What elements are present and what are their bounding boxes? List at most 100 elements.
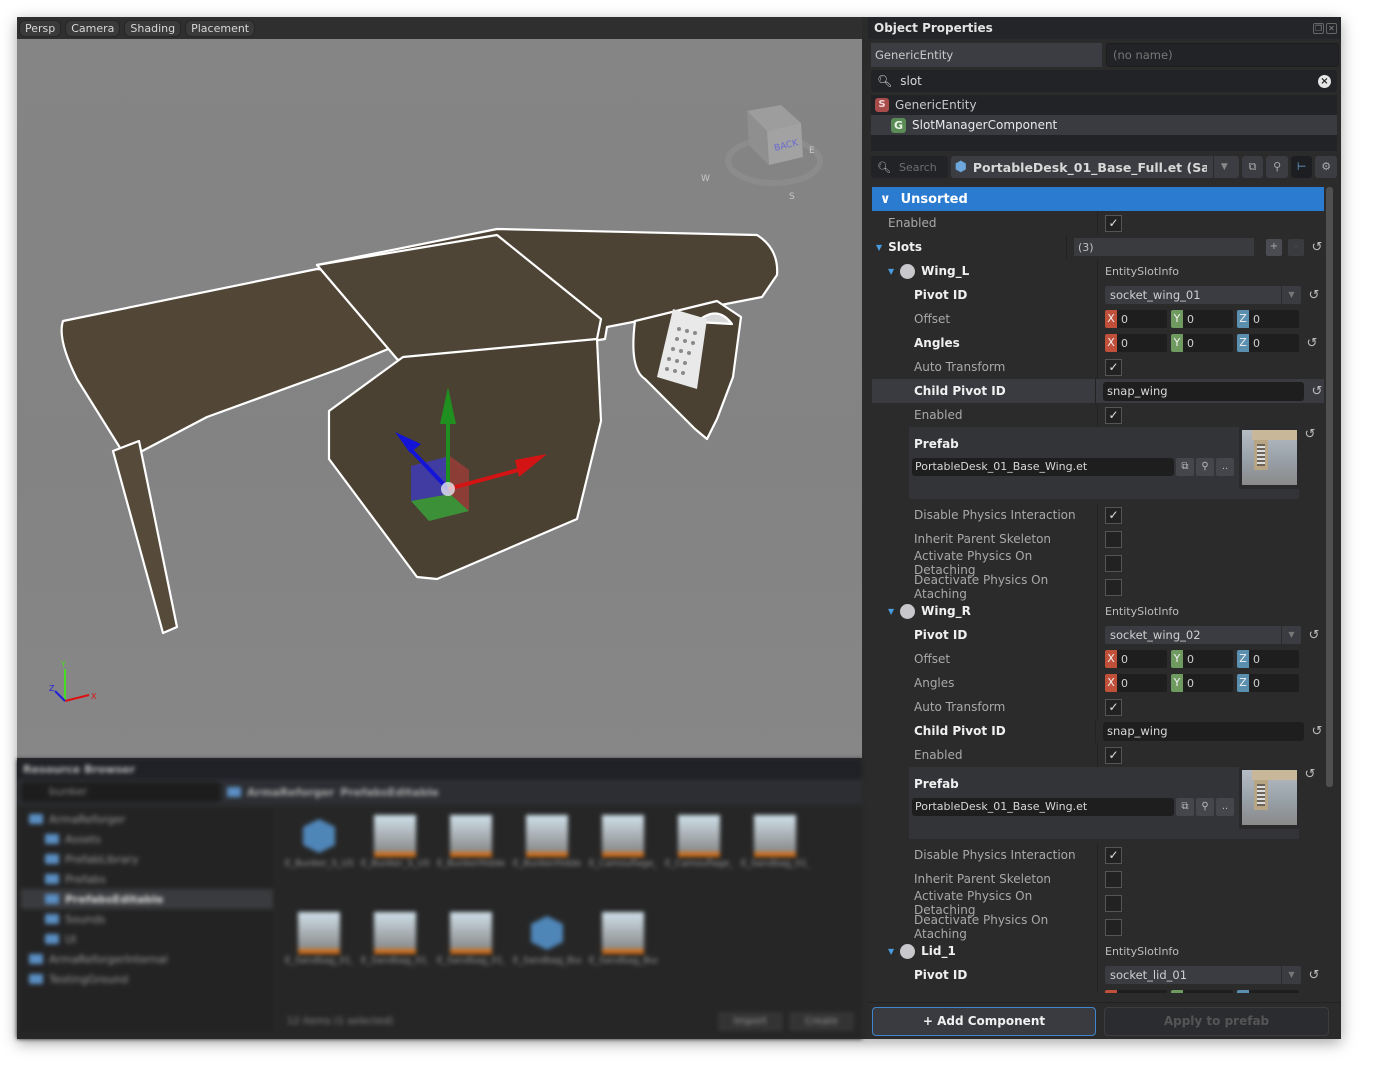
view-cube[interactable]: BACK E S W — [701, 105, 823, 202]
offset-x-field[interactable]: X0 — [1105, 990, 1167, 993]
reset-icon[interactable]: ↺ — [1310, 724, 1324, 739]
viewport[interactable]: Persp Camera Shading Placement BACK E S … — [17, 17, 862, 758]
reset-icon[interactable]: ↺ — [1303, 427, 1317, 442]
undock-icon[interactable]: ❐ — [1313, 22, 1324, 34]
tree-item[interactable]: ArmaReforgerInternal — [21, 949, 273, 969]
deactivate-physics-on-ataching-checkbox[interactable] — [1105, 578, 1122, 596]
open-prefab-button[interactable]: ⧉ — [1176, 798, 1194, 816]
auto-transform-checkbox[interactable]: ✓ — [1105, 698, 1122, 716]
activate-physics-on-detaching-checkbox[interactable] — [1105, 554, 1122, 572]
pivot-id-dropdown[interactable]: socket_wing_01 ▼ — [1105, 286, 1301, 304]
tree-item[interactable]: ArmaReforger — [21, 809, 273, 829]
add-component-button[interactable]: + Add Component — [872, 1007, 1096, 1036]
offset-z-field[interactable]: Z0 — [1237, 310, 1299, 328]
child-pivot-id-input[interactable]: snap_wing — [1103, 721, 1304, 741]
property-search-input[interactable]: 🔍︎ Search — [871, 156, 948, 178]
hierarchy-view-button[interactable]: ⊢ — [1290, 156, 1313, 178]
asset-item[interactable]: E_Sandbag_Bunker_Closed_USSR — [587, 912, 659, 1004]
asset-item[interactable]: E_Sandbag_01_bunker_plastic_cam — [435, 912, 507, 1004]
angles-x-field[interactable]: X0 — [1105, 674, 1167, 692]
scrollbar[interactable] — [1326, 187, 1333, 787]
create-button[interactable]: Create — [789, 1012, 853, 1030]
prefab-selector[interactable]: ⬢ PortableDesk_01_Base_Full.et (San ▼ — [950, 156, 1239, 178]
angles-z-field[interactable]: Z0 — [1237, 334, 1299, 352]
slots-toggle[interactable]: ▼ Slots — [872, 235, 1067, 259]
clear-search-icon[interactable]: × — [1318, 74, 1331, 88]
breadcrumb-root[interactable]: ArmaReforger — [247, 786, 334, 799]
prefab-path-input[interactable]: PortableDesk_01_Base_Wing.et — [912, 798, 1174, 816]
browse-prefab-button[interactable]: .. — [1216, 458, 1234, 476]
settings-button[interactable]: ⚙ — [1315, 156, 1337, 178]
breadcrumb-folder[interactable]: PrefabsEditable — [340, 786, 439, 799]
slot-toggle[interactable]: ▼ Lid_1 — [872, 939, 1098, 963]
component-item-generic-entity[interactable]: S GenericEntity — [871, 95, 1337, 115]
asset-item[interactable]: E_Bunker_S_US_01.et — [283, 815, 355, 907]
add-slot-button[interactable]: + — [1266, 238, 1282, 256]
offset-z-field[interactable]: Z0 — [1237, 990, 1299, 993]
offset-x-field[interactable]: X0 — [1105, 650, 1167, 668]
pivot-id-dropdown[interactable]: socket_wing_02 ▼ — [1105, 626, 1301, 644]
reset-icon[interactable]: ↺ — [1310, 384, 1324, 399]
disable-physics-interaction-checkbox[interactable]: ✓ — [1105, 846, 1122, 864]
apply-to-prefab-button[interactable]: Apply to prefab — [1104, 1007, 1329, 1036]
inherit-parent-skeleton-checkbox[interactable] — [1105, 530, 1122, 548]
asset-item[interactable]: E_Bunker_S_USSR_01.et — [359, 815, 431, 907]
child-pivot-id-input[interactable]: snap_wing — [1103, 381, 1304, 401]
offset-z-field[interactable]: Z0 — [1237, 650, 1299, 668]
angles-z-field[interactable]: Z0 — [1237, 674, 1299, 692]
tree-item[interactable]: TestingGround — [21, 969, 273, 989]
open-prefab-button[interactable]: ⧉ — [1176, 458, 1194, 476]
find-prefab-button[interactable]: ⚲ — [1196, 798, 1214, 816]
disable-physics-interaction-checkbox[interactable]: ✓ — [1105, 506, 1122, 524]
entity-name-input[interactable]: (no name) — [1106, 43, 1339, 67]
reset-icon[interactable]: ↺ — [1305, 336, 1319, 351]
tree-item-selected[interactable]: PrefabsEditable — [21, 889, 273, 909]
find-prefab-button[interactable]: ⚲ — [1196, 458, 1214, 476]
reset-icon[interactable]: ↺ — [1303, 767, 1317, 782]
asset-item[interactable]: E_Camouflage_Bunker_Small.et — [587, 815, 659, 907]
deactivate-physics-on-ataching-checkbox[interactable] — [1105, 918, 1122, 936]
component-search-input[interactable]: 🔍︎ slot × — [871, 70, 1337, 92]
angles-y-field[interactable]: Y0 — [1171, 334, 1233, 352]
reset-icon[interactable]: ↺ — [1307, 968, 1321, 983]
placement-button[interactable]: Placement — [185, 19, 256, 37]
section-unsorted[interactable]: ∨ Unsorted — [872, 187, 1324, 211]
asset-item[interactable]: E_Sandbag_Bunker_Closed_US_01 — [511, 912, 583, 1004]
inherit-parent-skeleton-checkbox[interactable] — [1105, 870, 1122, 888]
slot-toggle[interactable]: ▼ Wing_R — [872, 599, 1098, 623]
angles-y-field[interactable]: Y0 — [1171, 674, 1233, 692]
tree-item[interactable]: PrefabLibrary — [21, 849, 273, 869]
tree-item[interactable]: Sounds — [21, 909, 273, 929]
open-external-button[interactable]: ⧉ — [1241, 156, 1264, 178]
offset-y-field[interactable]: Y0 — [1171, 310, 1233, 328]
auto-transform-checkbox[interactable]: ✓ — [1105, 358, 1122, 376]
remove-slot-button[interactable]: - — [1288, 238, 1304, 256]
asset-item[interactable]: E_Sandbag_01_bunker_plastic.et — [359, 912, 431, 1004]
reset-icon[interactable]: ↺ — [1310, 240, 1324, 255]
camera-button[interactable]: Camera — [65, 19, 121, 37]
slot-toggle[interactable]: ▼ Wing_L — [872, 259, 1098, 283]
find-button[interactable]: ⚲ — [1266, 156, 1288, 178]
component-item-slot-manager[interactable]: G SlotManagerComponent — [871, 115, 1337, 135]
offset-y-field[interactable]: Y0 — [1171, 990, 1233, 993]
tree-item[interactable]: Assets — [21, 829, 273, 849]
gizmo-center[interactable] — [441, 482, 455, 496]
slot-enabled-checkbox[interactable]: ✓ — [1105, 406, 1122, 424]
chevron-down-icon[interactable]: ▼ — [1212, 156, 1235, 178]
3d-scene[interactable]: BACK E S W Y X Z — [17, 39, 862, 758]
browse-prefab-button[interactable]: .. — [1216, 798, 1234, 816]
asset-item[interactable]: E_BunkerHiddenCamouflage_1_0 — [435, 815, 507, 907]
portable-desk-model[interactable] — [60, 227, 779, 635]
activate-physics-on-detaching-checkbox[interactable] — [1105, 894, 1122, 912]
asset-item[interactable]: E_Sandbag_01_bunker_burlap.et — [739, 815, 811, 907]
offset-y-field[interactable]: Y0 — [1171, 650, 1233, 668]
asset-item[interactable]: E_BunkerHiddenCamouflage_1_0 — [511, 815, 583, 907]
asset-item[interactable]: E_Camouflage_Bunker_US.et — [663, 815, 735, 907]
import-button[interactable]: Import — [718, 1012, 782, 1030]
close-icon[interactable]: ✕ — [1326, 22, 1337, 34]
prefab-path-input[interactable]: PortableDesk_01_Base_Wing.et — [912, 458, 1174, 476]
reset-icon[interactable]: ↺ — [1307, 288, 1321, 303]
offset-x-field[interactable]: X0 — [1105, 310, 1167, 328]
asset-item[interactable]: E_Sandbag_01_bunker_burlap_cam — [283, 912, 355, 1004]
shading-button[interactable]: Shading — [124, 19, 182, 37]
